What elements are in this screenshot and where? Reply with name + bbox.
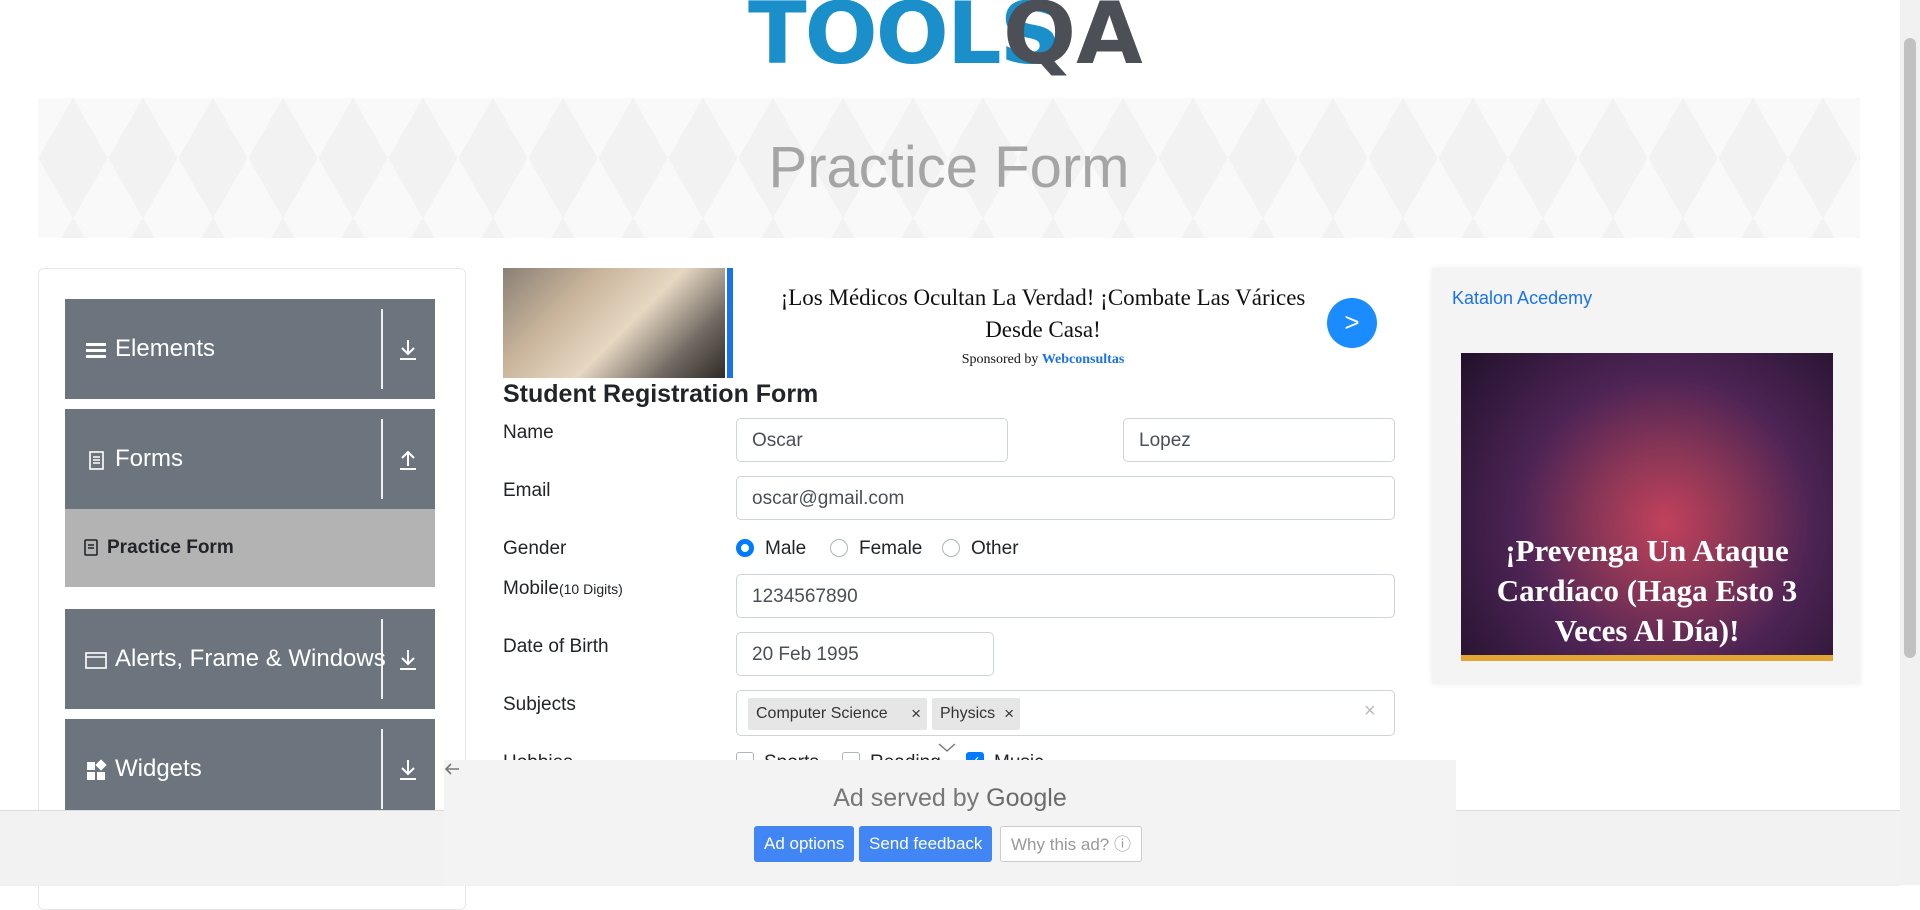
ad-served-by: Ad served by Google [444,784,1456,813]
toolsqa-logo[interactable]: TOOLS QA [748,0,1158,86]
email-input[interactable]: oscar@gmail.com [736,476,1395,520]
subject-chip-label: Computer Science [756,705,888,722]
mobile-input[interactable]: 1234567890 [736,574,1395,618]
side-ad-image[interactable]: ¡Prevenga Un Ataque Cardíaco (Haga Esto … [1461,353,1833,661]
download-arrow-icon[interactable] [393,645,423,675]
ad-go-button[interactable]: > [1327,298,1377,348]
ad-sponsored-by: Sponsored by [961,352,1039,367]
gender-female-label[interactable]: Female [859,538,922,560]
logo-qa-text: QA [1003,0,1143,84]
sidebar-group-header[interactable]: Alerts, Frame & Windows [65,609,435,709]
mobile-label: Mobile(10 Digits) [503,578,623,600]
side-ad[interactable]: Katalon Acedemy ¡Prevenga Un Ataque Card… [1432,268,1860,684]
divider [381,309,383,389]
gender-male-label[interactable]: Male [765,538,806,560]
gender-other-label[interactable]: Other [971,538,1019,560]
gender-label: Gender [503,538,567,559]
subject-chip-label: Physics [940,705,996,722]
subject-chip: Physics × [932,698,1020,730]
dob-label: Date of Birth [503,636,609,657]
divider [381,419,383,499]
ad-image-band [1461,655,1833,661]
ad-headline[interactable]: ¡Los Médicos Ocultan La Verdad! ¡Combate… [773,282,1313,346]
widgets-icon [85,759,107,781]
why-this-ad-button[interactable]: Why this ad? ⓘ [1000,826,1142,862]
ad-served-by-text: Ad served by [833,784,980,812]
page-banner: Practice Form [38,98,1860,238]
remove-chip-icon[interactable]: × [1004,698,1014,730]
first-name-input[interactable]: Oscar [736,418,1008,462]
google-logo-text: Google [986,784,1067,812]
ad-sponsor-line: Sponsored by Webconsultas [773,352,1313,368]
page-scrollbar[interactable] [1900,0,1920,885]
send-feedback-button[interactable]: Send feedback [859,826,993,862]
sidebar-group-forms[interactable]: Forms [65,409,435,509]
sidebar-group-label: Alerts, Frame & Windows [115,645,386,672]
hamburger-icon [85,339,107,361]
sidebar-group-label: Elements [115,335,216,362]
broken-image-link[interactable]: Katalon Acedemy [1452,288,1592,309]
back-arrow-icon[interactable] [444,762,460,781]
sidebar-item-label: Practice Form [107,537,234,558]
email-label: Email [503,480,551,501]
top-ad[interactable]: ¡Los Médicos Ocultan La Verdad! ¡Combate… [503,268,1403,378]
sidebar-group-widgets[interactable]: Widgets [65,719,435,819]
bottom-ad-overlay[interactable]: Ad served by Google Ad options Send feed… [444,760,1456,885]
page-title: Practice Form [768,135,1130,200]
sidebar-group-header[interactable]: Elements [65,299,435,399]
clear-subjects-icon[interactable]: × [1364,700,1376,723]
divider [381,729,383,809]
window-icon [85,649,107,671]
ad-image[interactable] [503,268,725,378]
subjects-label: Subjects [503,694,576,715]
sidebar-group-elements[interactable]: Elements [65,299,435,399]
ad-sponsor-link[interactable]: Webconsultas [1042,352,1124,367]
sidebar-group-label: Widgets [115,755,202,782]
chevron-down-icon[interactable] [938,740,956,756]
sidebar-group-header[interactable]: Forms [65,409,435,509]
gender-other-radio[interactable] [942,539,960,557]
scrollbar-thumb[interactable] [1904,38,1916,658]
ad-options-button[interactable]: Ad options [754,826,855,862]
remove-chip-icon[interactable]: × [911,698,921,730]
gender-female-radio[interactable] [830,539,848,557]
side-ad-headline[interactable]: ¡Prevenga Un Ataque Cardíaco (Haga Esto … [1471,531,1823,651]
ad-accent-bar [727,268,733,378]
sidebar-group-label: Forms [115,445,183,472]
mobile-label-text: Mobile [503,578,559,599]
download-arrow-icon[interactable] [393,335,423,365]
upload-arrow-icon[interactable] [393,445,423,475]
gender-male-radio[interactable] [736,539,754,557]
last-name-input[interactable]: Lopez [1123,418,1395,462]
download-arrow-icon[interactable] [393,755,423,785]
document-icon [85,449,107,471]
sidebar-group-header[interactable]: Widgets [65,719,435,819]
form-icon [83,539,99,562]
mobile-hint: (10 Digits) [558,581,623,597]
date-of-birth-input[interactable]: 20 Feb 1995 [736,632,994,676]
form-title: Student Registration Form [503,380,819,408]
sidebar-item-practice-form[interactable]: Practice Form [65,509,435,587]
name-label: Name [503,422,554,443]
divider [381,619,383,699]
sidebar-group-alerts[interactable]: Alerts, Frame & Windows [65,609,435,709]
subject-chip: Computer Science × [748,698,927,730]
